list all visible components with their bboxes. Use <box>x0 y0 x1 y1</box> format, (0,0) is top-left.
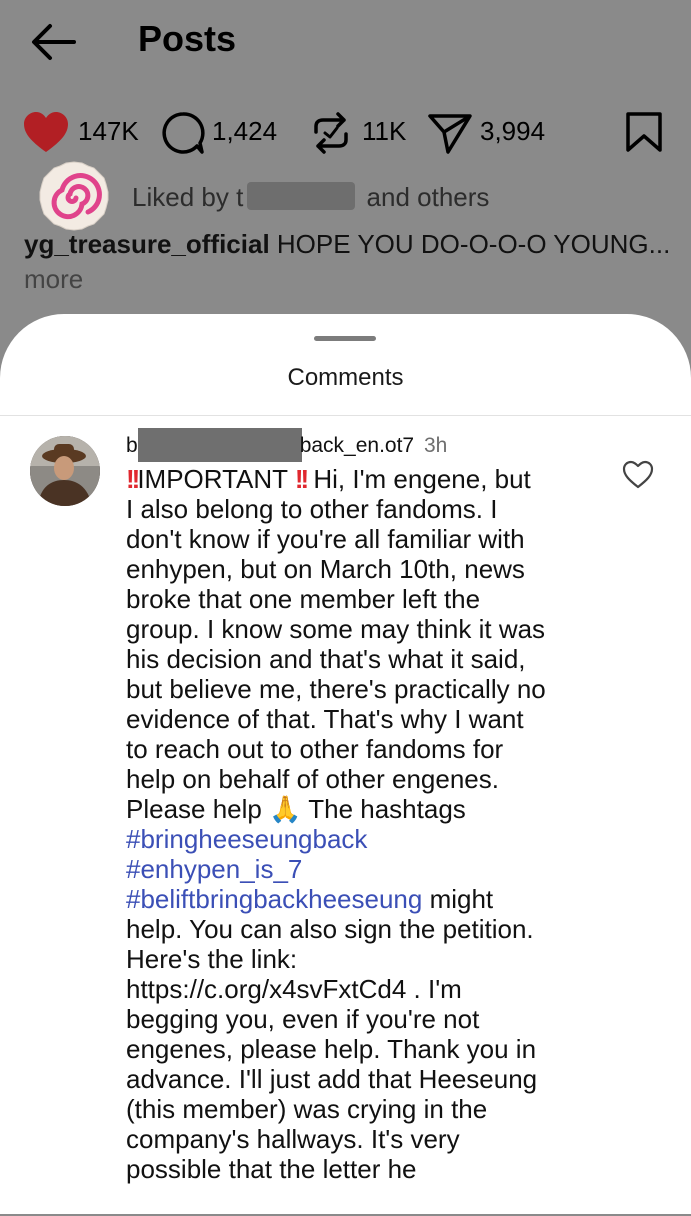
comment-line: help on behalf of other engenes. <box>126 764 499 794</box>
repost-icon[interactable] <box>310 110 352 156</box>
page-title: Posts <box>138 18 237 59</box>
post-actions: 147K 1,424 11K 3,994 <box>0 106 691 158</box>
top-bar: Posts <box>0 0 691 84</box>
comment-text: might <box>422 884 494 914</box>
liker-avatar-sticker[interactable] <box>24 160 124 232</box>
liked-by-name: t <box>236 182 244 212</box>
comment-line: https://c.org/x4svFxtCd4 . I'm <box>126 974 462 1004</box>
liked-by-text[interactable]: Liked by t and others <box>132 182 489 213</box>
commenter-avatar-image <box>30 436 100 506</box>
comment-line: possible that the letter he <box>126 1154 417 1184</box>
comment-text: Hi, I'm engene, but <box>306 464 531 494</box>
comment-line: #beliftbringbackheeseung might <box>126 884 606 914</box>
comment-line: Please help 🙏 The hashtags <box>126 794 606 824</box>
comments-sheet: Comments b back_en.ot7 3h !!IMPORTANT !! … <box>0 314 691 1214</box>
username-start: b <box>126 434 138 457</box>
comment-line: Here's the link: <box>126 944 298 974</box>
sheet-title: Comments <box>287 364 404 391</box>
likes-count[interactable]: 147K <box>78 116 139 147</box>
comment-line: !!IMPORTANT !! Hi, I'm engene, but <box>126 464 606 494</box>
like-heart-filled-icon[interactable] <box>22 110 70 154</box>
comment-line: broke that one member left the <box>126 584 481 614</box>
reposts-count[interactable]: 11K <box>362 116 406 147</box>
sheet-drag-handle[interactable] <box>314 336 376 341</box>
comment-line: begging you, even if you're not <box>126 1004 480 1034</box>
redaction-block <box>247 182 356 210</box>
comment-text: The hashtags <box>301 794 466 824</box>
folded-hands-emoji: 🙏 <box>269 794 302 824</box>
comment-line: his decision and that's what it said, <box>126 644 526 674</box>
liked-by-row: Liked by t and others <box>0 160 691 232</box>
caption-username[interactable]: yg_treasure_official <box>24 229 270 259</box>
hashtag-link[interactable]: #beliftbringbackheeseung <box>126 884 422 914</box>
double-exclamation-icon: !! <box>126 464 140 494</box>
comment-body: !!IMPORTANT !! Hi, I'm engene, but I als… <box>126 464 606 1184</box>
comment-line: enhypen, but on March 10th, news <box>126 554 525 584</box>
comment-like-heart-icon[interactable] <box>622 460 654 490</box>
comment-line: to reach out to other fandoms for <box>126 734 504 764</box>
commenter-avatar[interactable] <box>30 436 100 506</box>
comment-line: group. I know some may think it was <box>126 614 546 644</box>
comment-line: help. You can also sign the petition. <box>126 914 534 944</box>
redaction-block <box>137 428 302 462</box>
comment-line: (this member) was crying in the <box>126 1094 488 1124</box>
comment-line: advance. I'll just add that Heeseung <box>126 1064 538 1094</box>
shares-count[interactable]: 3,994 <box>480 116 545 147</box>
comment-line: engenes, please help. Thank you in <box>126 1034 537 1064</box>
caption-text: HOPE YOU DO-O-O-O YOUNG... <box>276 229 671 259</box>
comment-text: Please help <box>126 794 270 824</box>
comment-icon[interactable] <box>160 110 206 156</box>
hashtag-link[interactable]: #bringheeseungback <box>126 824 606 854</box>
comment-item: b back_en.ot7 3h !!IMPORTANT !! Hi, I'm e… <box>0 416 691 1216</box>
comments-count[interactable]: 1,424 <box>212 116 277 147</box>
bookmark-icon[interactable] <box>624 110 664 154</box>
comment-line: I also belong to other fandoms. I <box>126 494 498 524</box>
comment-line: company's hallways. It's very <box>126 1124 460 1154</box>
username-end: back_en.ot7 <box>299 434 415 457</box>
liked-by-prefix: Liked by <box>132 182 229 212</box>
share-send-icon[interactable] <box>426 110 474 156</box>
back-arrow-icon[interactable] <box>30 22 78 62</box>
post-caption: yg_treasure_official HOPE YOU DO-O-O-O Y… <box>24 228 674 260</box>
comment-line: don't know if you're all familiar with <box>126 524 525 554</box>
comment-timestamp: 3h <box>423 434 448 457</box>
comment-line: evidence of that. That's why I want <box>126 704 524 734</box>
caption-more-link[interactable]: more <box>24 264 83 295</box>
double-exclamation-icon: !! <box>294 464 309 494</box>
commenter-username[interactable]: b back_en.ot7 3h <box>126 428 447 462</box>
comment-important-label: IMPORTANT <box>137 464 288 494</box>
comment-line: but believe me, there's practically no <box>126 674 546 704</box>
liked-by-suffix: and others <box>366 182 490 212</box>
hashtag-link[interactable]: #enhypen_is_7 <box>126 854 606 884</box>
